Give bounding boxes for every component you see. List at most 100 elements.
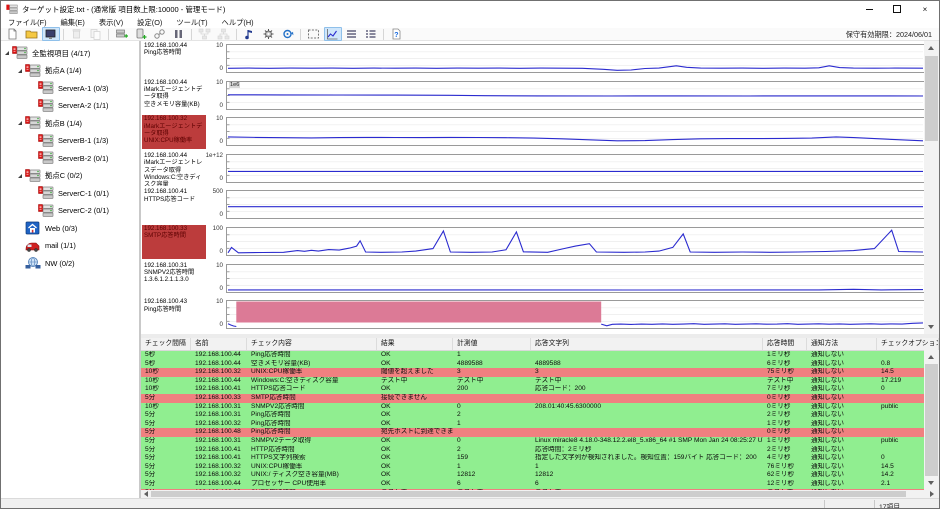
cell-value: 159 <box>453 454 531 463</box>
status-divider <box>824 500 825 509</box>
column-header-notify[interactable]: 通知方法 <box>807 338 877 350</box>
list-view-button[interactable] <box>343 27 361 41</box>
tree-item-ServerC-2[interactable]: ServerC-2 (0/1) <box>31 203 109 219</box>
scroll-right-icon[interactable] <box>930 491 934 497</box>
chart-row-192.168.100.44[interactable]: 192.168.100.44iMarkエージェントデータ取得空きメモリ容量(KB… <box>141 78 925 115</box>
expand-arrow-icon[interactable] <box>5 51 9 55</box>
scrollbar-track[interactable] <box>924 350 939 490</box>
cell-check: 空きメモリ容量(KB) <box>247 360 377 369</box>
flow-button[interactable] <box>196 27 214 41</box>
table-row-8[interactable]: 5分192.168.100.32Ping応答時間OK11ミリ秒通知しない <box>141 420 939 429</box>
tree-item-ServerC-1[interactable]: ServerC-1 (0/1) <box>31 185 109 201</box>
table-row-6[interactable]: 10秒192.168.100.31SNMPV2応答時間OK0208.01:40:… <box>141 403 939 412</box>
graph-view-button[interactable] <box>324 27 342 41</box>
tree-item-NW[interactable]: NW (0/2) <box>18 255 75 271</box>
new-file-button[interactable] <box>4 27 22 41</box>
cell-interval: 5分 <box>141 471 191 480</box>
monitor-view-button[interactable] <box>42 27 60 41</box>
scrollbar-thumb[interactable] <box>925 364 938 476</box>
scroll-up-icon[interactable] <box>928 46 934 50</box>
detail-view-button[interactable] <box>362 27 380 41</box>
maximize-button[interactable] <box>883 1 911 17</box>
chart-row-192.168.100.33[interactable]: 192.168.100.33SMTP応答時間1000 <box>141 224 925 261</box>
tree-item-Web[interactable]: Web (0/3) <box>18 220 77 236</box>
server-icon <box>38 81 54 95</box>
scrollbar-track[interactable] <box>924 41 939 334</box>
scroll-left-icon[interactable] <box>144 491 148 497</box>
tree-item-全監視項目[interactable]: 全監視項目 (4/17) <box>5 45 90 61</box>
table-row-15[interactable]: 5分192.168.100.44プロセッサー CPU使用率OK6612ミリ秒通知… <box>141 480 939 489</box>
column-header-check[interactable]: チェック内容 <box>247 338 377 350</box>
toolbar-separator <box>191 29 192 40</box>
flow2-button[interactable] <box>215 27 233 41</box>
expand-arrow-icon[interactable] <box>18 174 22 178</box>
tree-item-拠点B[interactable]: 拠点B (1/4) <box>18 115 82 131</box>
expand-arrow-icon[interactable] <box>18 69 22 73</box>
column-header-result[interactable]: 結果 <box>377 338 453 350</box>
add-target-button[interactable] <box>113 27 131 41</box>
settings-gear-button[interactable] <box>260 27 278 41</box>
execute-button[interactable] <box>241 27 259 41</box>
chart-row-192.168.100.44[interactable]: 192.168.100.44iMarkエージェントレスデータ取得Windows:… <box>141 151 925 188</box>
open-folder-button[interactable] <box>23 27 41 41</box>
delete-button[interactable] <box>68 27 86 41</box>
cell-response: 208.01:40:45.6300000 <box>531 403 763 412</box>
copy-button[interactable] <box>87 27 105 41</box>
tree-item-ServerB-1[interactable]: ServerB-1 (1/3) <box>31 133 109 149</box>
scroll-up-icon[interactable] <box>928 355 934 359</box>
table-row-5[interactable]: 5分192.168.100.33SMTP応答時間接続できません0ミリ秒通知しない <box>141 394 939 403</box>
column-header-interval[interactable]: チェック間隔 <box>141 338 191 350</box>
column-header-response[interactable]: 応答文字列 <box>531 338 763 350</box>
select-area-button[interactable] <box>305 27 323 41</box>
pause-button[interactable] <box>170 27 188 41</box>
tree-item-ServerA-1[interactable]: ServerA-1 (0/3) <box>31 80 109 96</box>
chart-row-192.168.100.44[interactable]: 192.168.100.44Ping応答時間100 <box>141 41 925 78</box>
tree-item-ServerB-2[interactable]: ServerB-2 (0/1) <box>31 150 109 166</box>
table-row-0[interactable]: 5秒192.168.100.44Ping応答時間OK11ミリ秒通知しない <box>141 351 939 360</box>
link-button[interactable] <box>151 27 169 41</box>
table-row-12[interactable]: 5分192.168.100.41HTTPS文字列検索OK159指定した文字列が検… <box>141 454 939 463</box>
table-row-3[interactable]: 10秒192.168.100.44Windows:C:空きディスク容量テスト中テ… <box>141 377 939 386</box>
chart-row-192.168.100.31[interactable]: 192.168.100.31SNMPV2応答時間1.3.6.1.2.1.1.3.… <box>141 261 925 298</box>
column-header-opt2[interactable]: チェックオプション2 <box>877 338 939 350</box>
tree-item-拠点C[interactable]: 拠点C (0/2) <box>18 168 82 184</box>
mail-icon <box>25 239 41 253</box>
cell-interval: 5分 <box>141 480 191 489</box>
scroll-down-icon[interactable] <box>928 481 934 485</box>
help-button[interactable]: ? <box>388 27 406 41</box>
table-row-2[interactable]: 10秒192.168.100.32UNIX:CPU稼働率閾値を超えました3375… <box>141 368 939 377</box>
add-device-button[interactable] <box>132 27 150 41</box>
table-row-9[interactable]: 5分192.168.100.48Ping応答時間宛先ホストに到達できません0ミリ… <box>141 428 939 437</box>
cell-time: 4ミリ秒 <box>763 454 807 463</box>
cell-result: 宛先ホストに到達できません <box>377 428 453 437</box>
toolbar-separator <box>300 29 301 40</box>
table-row-4[interactable]: 10秒192.168.100.41HTTPS応答コードOK200応答コード：20… <box>141 385 939 394</box>
minimize-button[interactable] <box>855 1 883 17</box>
expand-arrow-icon[interactable] <box>18 121 22 125</box>
column-header-value[interactable]: 計測値 <box>453 338 531 350</box>
table-row-14[interactable]: 5分192.168.100.32UNIX:/ ディスク空き容量(MB)OK128… <box>141 471 939 480</box>
cell-result: OK <box>377 360 453 369</box>
tree-item-拠点A[interactable]: 拠点A (1/4) <box>18 63 82 79</box>
close-button[interactable]: × <box>911 1 939 17</box>
table-row-10[interactable]: 5分192.168.100.31SNMPV2データ取得OK0Linux mira… <box>141 437 939 446</box>
cell-name: 192.168.100.31 <box>191 403 247 412</box>
charts-panel: 192.168.100.44Ping応答時間100192.168.100.44i… <box>141 41 925 334</box>
column-header-time[interactable]: 応答時間 <box>763 338 807 350</box>
chart-row-192.168.100.41[interactable]: 192.168.100.41HTTPS応答コード5000 <box>141 187 925 224</box>
cell-result: OK <box>377 454 453 463</box>
table-row-7[interactable]: 5分192.168.100.31Ping応答時間OK22ミリ秒通知しない <box>141 411 939 420</box>
chart-row-192.168.100.32[interactable]: 192.168.100.32iMarkエージェントデータ取得UNIX:CPU稼働… <box>141 114 925 151</box>
scrollbar-thumb[interactable] <box>151 491 906 497</box>
table-row-11[interactable]: 5分192.168.100.41HTTP応答時間OK2応答時間：2ミリ秒2ミリ秒… <box>141 446 939 455</box>
chart-row-192.168.100.43[interactable]: 192.168.100.43Ping応答時間100 <box>141 297 925 334</box>
scroll-down-icon[interactable] <box>928 325 934 329</box>
table-row-1[interactable]: 5秒192.168.100.44空きメモリ容量(KB)OK48895884889… <box>141 360 939 369</box>
scrollbar-track[interactable] <box>141 490 939 498</box>
table-row-13[interactable]: 5分192.168.100.32UNIX:CPU稼働率OK1176ミリ秒通知しな… <box>141 463 939 472</box>
scrollbar-thumb[interactable] <box>925 56 938 141</box>
column-header-name[interactable]: 名前 <box>191 338 247 350</box>
tree-item-ServerA-2[interactable]: ServerA-2 (1/1) <box>31 98 109 114</box>
tree-item-mail[interactable]: mail (1/1) <box>18 238 76 254</box>
refresh-gear-button[interactable] <box>279 27 297 41</box>
